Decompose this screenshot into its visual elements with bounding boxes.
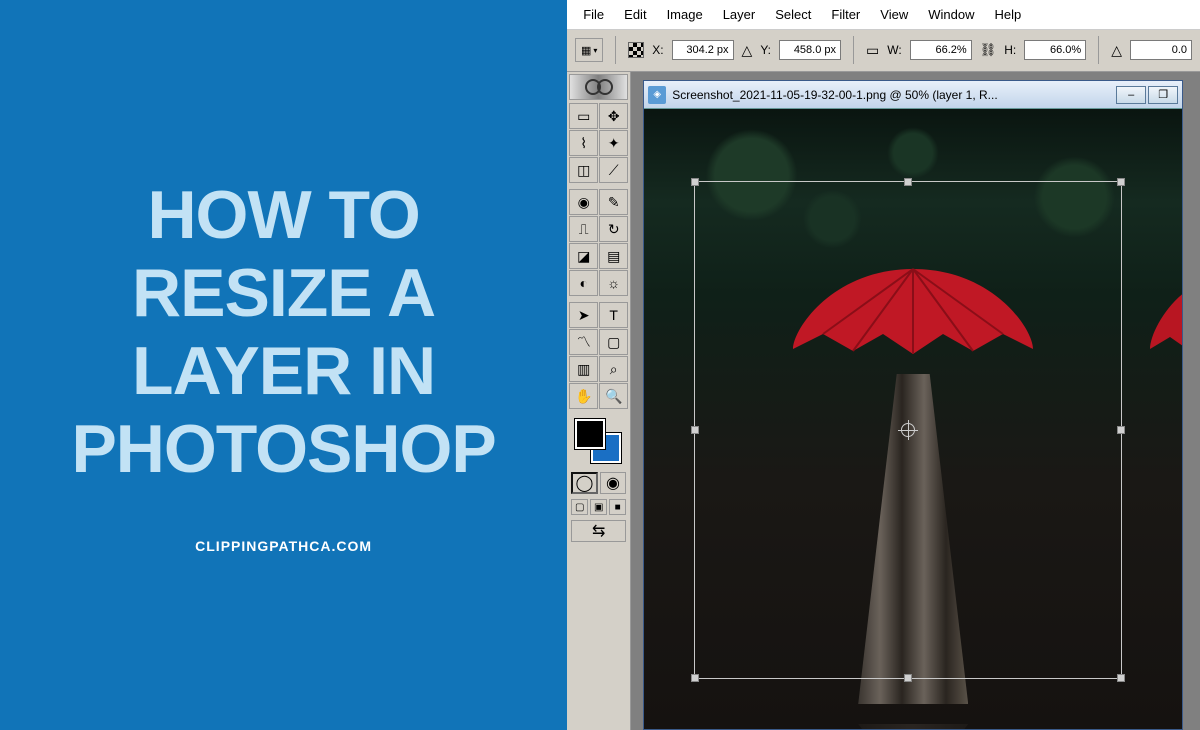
- stamp-tool-icon[interactable]: ⎍: [569, 216, 598, 242]
- menu-select[interactable]: Select: [765, 3, 821, 26]
- toolbox: ▭✥ ⌇✦ ◫⟋ ◉✎ ⎍↻ ◪▤ ◐☼ ➤T 〽▢ ▥⌕ ✋🔍: [567, 72, 631, 730]
- standard-mode-icon[interactable]: ◯: [571, 472, 598, 494]
- path-select-tool-icon[interactable]: ➤: [569, 302, 598, 328]
- crop-tool-icon[interactable]: ◫: [569, 157, 598, 183]
- color-picker: [569, 415, 628, 469]
- transform-preset-button[interactable]: ▦▾: [575, 38, 603, 62]
- y-label: Y:: [760, 43, 771, 57]
- screen-standard-icon[interactable]: ▢: [571, 499, 588, 515]
- screen-full-icon[interactable]: ■: [609, 499, 626, 515]
- transform-handle-top-right[interactable]: [1117, 178, 1125, 186]
- options-bar: ▦▾ X: △ Y: ▭ W: ⛓ H: △: [567, 30, 1200, 72]
- reference-point-icon[interactable]: [628, 42, 644, 58]
- link-aspect-icon[interactable]: ⛓: [980, 42, 997, 58]
- document-title: Screenshot_2021-11-05-19-32-00-1.png @ 5…: [672, 88, 1114, 102]
- image-umbrella-secondary: [1140, 269, 1182, 379]
- promo-title: HOW TO RESIZE A LAYER IN PHOTOSHOP: [40, 176, 527, 489]
- magic-wand-tool-icon[interactable]: ✦: [599, 130, 628, 156]
- h-label: H:: [1004, 43, 1016, 57]
- document-window: ◈ Screenshot_2021-11-05-19-32-00-1.png @…: [643, 80, 1183, 730]
- zoom-tool-icon[interactable]: 🔍: [599, 383, 628, 409]
- canvas[interactable]: [644, 109, 1182, 729]
- lasso-tool-icon[interactable]: ⌇: [569, 130, 598, 156]
- minimize-button[interactable]: –: [1116, 86, 1146, 104]
- slice-tool-icon[interactable]: ⟋: [599, 157, 628, 183]
- menu-edit[interactable]: Edit: [614, 3, 656, 26]
- transform-handle-bottom-right[interactable]: [1117, 674, 1125, 682]
- menu-filter[interactable]: Filter: [821, 3, 870, 26]
- jump-to-imageready-icon[interactable]: ⇆: [571, 520, 626, 542]
- notes-tool-icon[interactable]: ▥: [569, 356, 598, 382]
- eyedropper-tool-icon[interactable]: ⌕: [599, 356, 628, 382]
- x-input[interactable]: [672, 40, 734, 60]
- menu-bar: File Edit Image Layer Select Filter View…: [567, 0, 1200, 30]
- marquee-tool-icon[interactable]: ▭: [569, 103, 598, 129]
- healing-tool-icon[interactable]: ◉: [569, 189, 598, 215]
- type-tool-icon[interactable]: T: [599, 302, 628, 328]
- app-logo-icon: [569, 74, 628, 100]
- divider: [1098, 36, 1099, 64]
- hand-tool-icon[interactable]: ✋: [569, 383, 598, 409]
- x-label: X:: [652, 43, 663, 57]
- width-icon: ▭: [866, 42, 879, 59]
- menu-image[interactable]: Image: [657, 3, 713, 26]
- shape-tool-icon[interactable]: ▢: [599, 329, 628, 355]
- menu-file[interactable]: File: [573, 3, 614, 26]
- rotate-icon: △: [1111, 42, 1122, 59]
- foreground-color-swatch[interactable]: [575, 419, 605, 449]
- blur-tool-icon[interactable]: ◐: [569, 270, 598, 296]
- menu-view[interactable]: View: [870, 3, 918, 26]
- document-titlebar[interactable]: ◈ Screenshot_2021-11-05-19-32-00-1.png @…: [644, 81, 1182, 109]
- transform-handle-top-center[interactable]: [904, 178, 912, 186]
- menu-help[interactable]: Help: [984, 3, 1031, 26]
- divider: [615, 36, 616, 64]
- move-tool-icon[interactable]: ✥: [599, 103, 628, 129]
- history-brush-tool-icon[interactable]: ↻: [599, 216, 628, 242]
- promo-subtitle: CLIPPINGPATHCA.COM: [195, 538, 372, 554]
- transform-handle-bottom-left[interactable]: [691, 674, 699, 682]
- menu-layer[interactable]: Layer: [713, 3, 766, 26]
- divider: [853, 36, 854, 64]
- menu-window[interactable]: Window: [918, 3, 984, 26]
- transform-handle-top-left[interactable]: [691, 178, 699, 186]
- document-icon: ◈: [648, 86, 666, 104]
- image-reflection: [858, 724, 968, 729]
- transform-center-point[interactable]: [901, 423, 915, 437]
- dodge-tool-icon[interactable]: ☼: [599, 270, 628, 296]
- rotate-input[interactable]: [1130, 40, 1192, 60]
- maximize-button[interactable]: ❐: [1148, 86, 1178, 104]
- gradient-tool-icon[interactable]: ▤: [599, 243, 628, 269]
- h-input[interactable]: [1024, 40, 1086, 60]
- transform-handle-bottom-center[interactable]: [904, 674, 912, 682]
- transform-bounding-box[interactable]: [694, 181, 1122, 679]
- eraser-tool-icon[interactable]: ◪: [569, 243, 598, 269]
- w-label: W:: [887, 43, 901, 57]
- screen-full-menus-icon[interactable]: ▣: [590, 499, 607, 515]
- brush-tool-icon[interactable]: ✎: [599, 189, 628, 215]
- y-input[interactable]: [779, 40, 841, 60]
- quickmask-mode-icon[interactable]: ◉: [600, 472, 626, 494]
- relative-position-icon[interactable]: △: [742, 42, 753, 59]
- transform-handle-middle-right[interactable]: [1117, 426, 1125, 434]
- promo-panel: HOW TO RESIZE A LAYER IN PHOTOSHOP CLIPP…: [0, 0, 567, 730]
- pen-tool-icon[interactable]: 〽: [569, 329, 598, 355]
- transform-handle-middle-left[interactable]: [691, 426, 699, 434]
- photoshop-ui: File Edit Image Layer Select Filter View…: [567, 0, 1200, 730]
- w-input[interactable]: [910, 40, 972, 60]
